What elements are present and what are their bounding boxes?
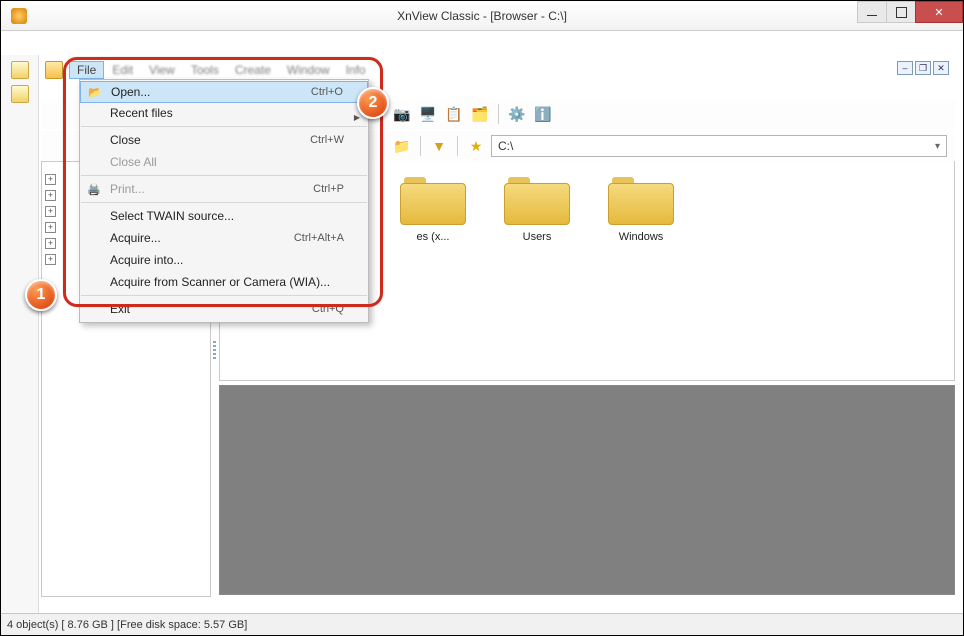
tree-expand-icon[interactable]: + (45, 174, 56, 185)
favorite-icon[interactable]: ★ (465, 135, 487, 157)
annotation-badge-2: 2 (357, 87, 389, 119)
address-input[interactable]: C:\ (491, 135, 947, 157)
mdi-close-button[interactable]: ✕ (933, 61, 949, 75)
menu-item-recent[interactable]: Recent files (80, 102, 368, 124)
menu-item-label: Acquire... (110, 231, 161, 245)
menu-separator (81, 126, 367, 127)
toolbar-separator (420, 136, 421, 156)
menu-item-acquire-wia[interactable]: Acquire from Scanner or Camera (WIA)... (80, 271, 368, 293)
minimize-button[interactable] (857, 1, 887, 23)
menu-view[interactable]: View (141, 61, 183, 79)
left-vertical-toolbar (1, 55, 39, 613)
shortcut-label: Ctrl+Alt+A (294, 232, 344, 244)
menu-item-label: Recent files (110, 106, 173, 120)
mdi-restore-button[interactable]: ❐ (915, 61, 931, 75)
menu-item-label: Close All (110, 155, 157, 169)
open-folder-icon: 📂 (87, 84, 103, 100)
tree-expand-icon[interactable]: + (45, 190, 56, 201)
menu-item-acquire[interactable]: Acquire... Ctrl+Alt+A (80, 227, 368, 249)
toolbar-separator (498, 104, 499, 124)
copy-icon[interactable]: 📋 (443, 103, 465, 125)
monitor-icon[interactable]: 🖥️ (417, 103, 439, 125)
menu-item-label: Exit (110, 302, 130, 316)
menu-window[interactable]: Window (279, 61, 338, 79)
new-icon[interactable] (45, 61, 63, 79)
menu-item-close[interactable]: Close Ctrl+W (80, 129, 368, 151)
close-button[interactable] (915, 1, 963, 23)
address-value: C:\ (498, 139, 513, 153)
menu-item-label: Print... (110, 182, 145, 196)
shortcut-label: Ctrl+W (310, 134, 344, 146)
tree-expand-icon[interactable]: + (45, 254, 56, 265)
window-controls (858, 1, 963, 23)
badge-number: 2 (369, 94, 378, 112)
menu-tools[interactable]: Tools (183, 61, 227, 79)
menu-item-label: Acquire from Scanner or Camera (WIA)... (110, 275, 330, 289)
menu-separator (81, 295, 367, 296)
folder-label: Users (494, 231, 580, 243)
slideshow-icon[interactable]: 🗂️ (469, 103, 491, 125)
menu-item-twain[interactable]: Select TWAIN source... (80, 205, 368, 227)
menu-item-label: Open... (111, 85, 150, 99)
folder-up-icon[interactable]: 📁 (391, 135, 413, 157)
folder-item[interactable]: Users (494, 173, 580, 243)
badge-number: 1 (37, 286, 46, 304)
menu-item-exit[interactable]: Exit Ctrl+Q (80, 298, 368, 320)
mdi-controls: – ❐ ✕ (897, 61, 949, 75)
gear-icon[interactable]: ⚙️ (506, 103, 528, 125)
shortcut-label: Ctrl+P (313, 183, 344, 195)
app-icon (11, 8, 27, 24)
menu-bar: File Edit View Tools Create Window Info … (39, 59, 957, 81)
menu-separator (81, 175, 367, 176)
file-menu-dropdown: 📂 Open... Ctrl+O Recent files Close Ctrl… (79, 79, 369, 323)
shortcut-label: Ctrl+O (311, 86, 343, 98)
menu-item-label: Select TWAIN source... (110, 209, 234, 223)
folder-label: Windows (598, 231, 684, 243)
folder-icon (502, 173, 572, 225)
toolbar-separator (457, 136, 458, 156)
menu-edit[interactable]: Edit (104, 61, 141, 79)
tree-expand-icon[interactable]: + (45, 222, 56, 233)
window-title: XnView Classic - [Browser - C:\] (397, 9, 567, 23)
menu-item-label: Close (110, 133, 141, 147)
menu-info[interactable]: Info (338, 61, 374, 79)
folder-icon (398, 173, 468, 225)
menu-item-close-all[interactable]: Close All (80, 151, 368, 173)
tree-expand-icon[interactable]: + (45, 238, 56, 249)
shortcut-label: Ctrl+Q (312, 303, 344, 315)
status-text: 4 object(s) [ 8.76 GB ] [Free disk space… (7, 619, 247, 631)
menu-create[interactable]: Create (227, 61, 279, 79)
menu-item-open[interactable]: 📂 Open... Ctrl+O (80, 81, 368, 103)
camera-icon[interactable]: 📷 (391, 103, 413, 125)
folder-label: es (x... (390, 231, 476, 243)
status-bar: 4 object(s) [ 8.76 GB ] [Free disk space… (1, 613, 963, 635)
folder-item[interactable]: Windows (598, 173, 684, 243)
window-titlebar: XnView Classic - [Browser - C:\] (1, 1, 963, 31)
maximize-button[interactable] (886, 1, 916, 23)
menu-item-acquire-into[interactable]: Acquire into... (80, 249, 368, 271)
filter-icon[interactable]: ▼ (428, 135, 450, 157)
folder-icon (606, 173, 676, 225)
menu-item-print[interactable]: 🖨️ Print... Ctrl+P (80, 178, 368, 200)
menu-item-label: Acquire into... (110, 253, 183, 267)
folder-item[interactable]: es (x... (390, 173, 476, 243)
printer-icon: 🖨️ (86, 181, 102, 197)
info-icon[interactable]: ℹ️ (532, 103, 554, 125)
vtool-icon[interactable] (11, 85, 29, 103)
menu-separator (81, 202, 367, 203)
preview-pane (219, 385, 955, 595)
vtool-icon[interactable] (11, 61, 29, 79)
tree-expand-icon[interactable]: + (45, 206, 56, 217)
annotation-badge-1: 1 (25, 279, 57, 311)
mdi-minimize-button[interactable]: – (897, 61, 913, 75)
menu-file[interactable]: File (69, 61, 104, 79)
